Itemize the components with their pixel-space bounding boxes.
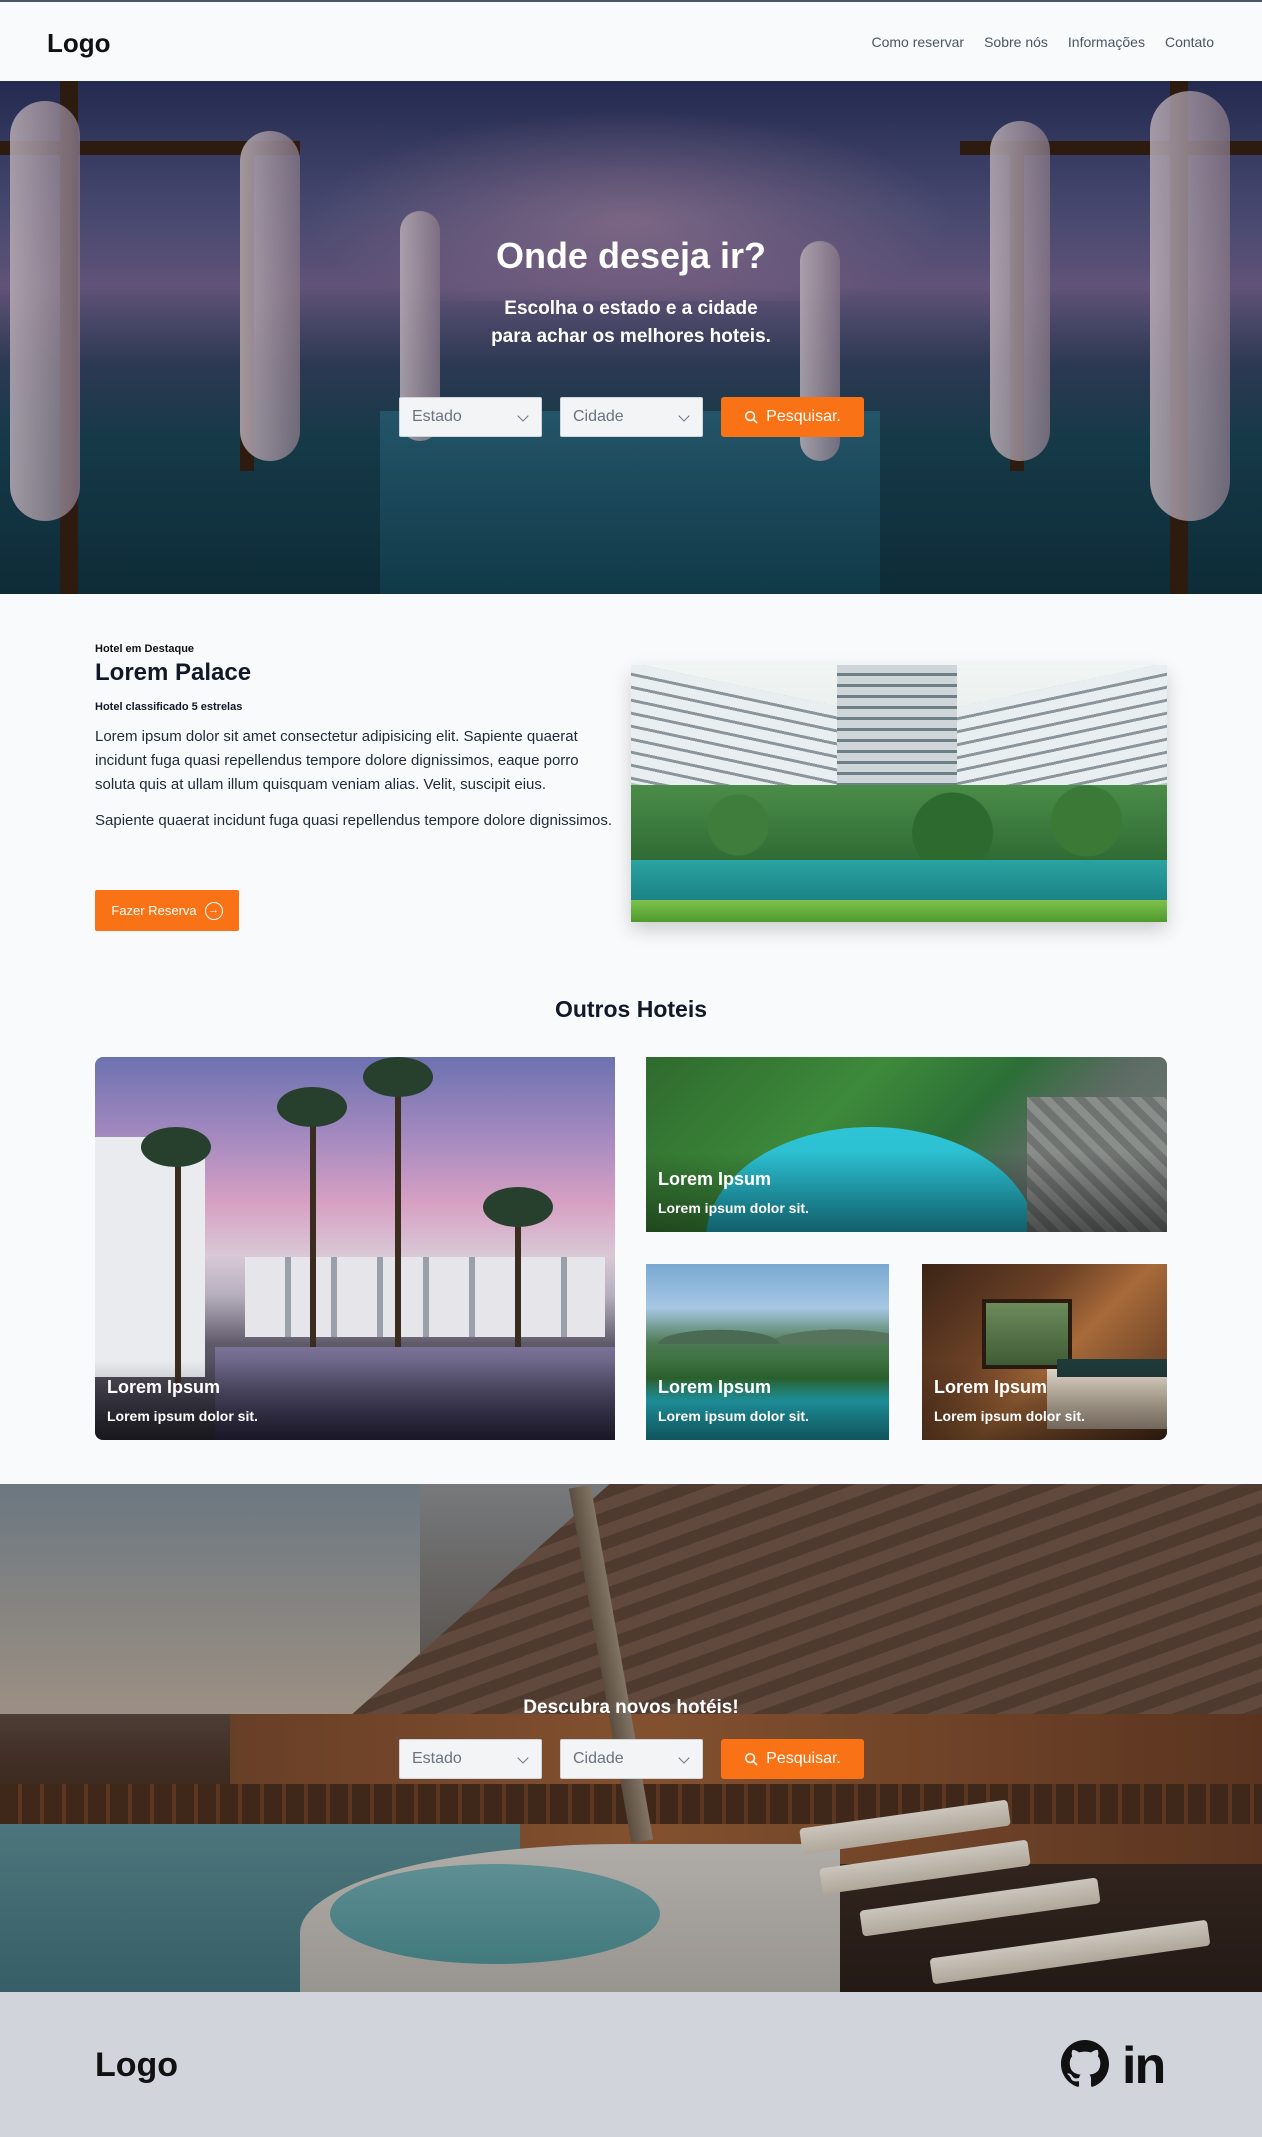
state-select-value: Estado [412, 408, 462, 425]
city-select[interactable]: Cidade [560, 1739, 703, 1779]
hotel-card[interactable]: Lorem Ipsum Lorem ipsum dolor sit. [922, 1264, 1167, 1440]
linkedin-icon[interactable]: in [1122, 2036, 1166, 2096]
hero-subtitle: Escolha o estado e a cidade para achar o… [0, 295, 1262, 351]
card-mountains [646, 1304, 889, 1344]
city-select[interactable]: Cidade [560, 397, 703, 437]
card-palm-fronds [277, 1087, 347, 1127]
search-icon [745, 410, 758, 424]
hero-section: Onde deseja ir? Escolha o estado e a cid… [0, 81, 1262, 594]
chevron-down-icon [678, 410, 690, 422]
card-building [95, 1137, 205, 1377]
featured-hotel: Hotel em Destaque Lorem Palace Hotel cla… [95, 643, 615, 833]
hero-subtitle-line: para achar os melhores hoteis. [491, 326, 771, 347]
featured-eyebrow: Hotel em Destaque [95, 643, 195, 655]
reserve-button[interactable]: Fazer Reserva → [95, 890, 239, 931]
search-button-label: Pesquisar. [766, 408, 841, 425]
featured-paragraph: Sapiente quaerat incidunt fuga quasi rep… [95, 812, 612, 829]
card-overlay [95, 1360, 615, 1440]
featured-title: Lorem Palace [95, 659, 252, 686]
state-select[interactable]: Estado [399, 397, 542, 437]
discover-title: Descubra novos hotéis! [523, 1697, 739, 1718]
card-palm-fronds [141, 1127, 211, 1167]
search-button[interactable]: Pesquisar. [721, 397, 864, 437]
search-button[interactable]: Pesquisar. [721, 1739, 864, 1779]
state-select-value: Estado [412, 1750, 462, 1767]
discover-section: Descubra novos hotéis! Estado Cidade Pes… [0, 1484, 1262, 1992]
card-palm-trunk [310, 1107, 316, 1387]
card-palm-trunk [395, 1077, 401, 1387]
hotel-card[interactable]: Lorem Ipsum Lorem ipsum dolor sit. [646, 1057, 1167, 1232]
card-title: Lorem Ipsum [658, 1377, 772, 1397]
featured-hotel-image [631, 665, 1167, 922]
reserve-button-label: Fazer Reserva [111, 903, 197, 918]
hotel-pool [631, 860, 1167, 905]
card-palm-fronds [483, 1187, 553, 1227]
footer: Logo in [0, 1992, 1262, 2137]
card-building [245, 1257, 605, 1337]
card-overlay [646, 1360, 889, 1440]
search-icon [745, 1752, 758, 1766]
site-logo[interactable]: Logo [47, 28, 111, 59]
card-title: Lorem Ipsum [107, 1377, 221, 1397]
card-palm-fronds [363, 1057, 433, 1097]
search-button-label: Pesquisar. [766, 1750, 841, 1767]
card-title: Lorem Ipsum [658, 1169, 772, 1189]
card-subtitle: Lorem ipsum dolor sit. [107, 1408, 258, 1424]
discover-overlay [0, 1484, 1262, 1992]
nav-link-informacoes[interactable]: Informações [1068, 34, 1145, 50]
hero-search-bar: Estado Cidade Pesquisar. [399, 397, 864, 437]
arrow-right-circle-icon: → [204, 901, 223, 920]
featured-paragraph: Lorem ipsum dolor sit amet consectetur a… [95, 728, 579, 793]
footer-logo[interactable]: Logo [95, 2046, 178, 2085]
hotel-gardens [631, 785, 1167, 865]
card-subtitle: Lorem ipsum dolor sit. [658, 1200, 809, 1216]
card-subtitle: Lorem ipsum dolor sit. [658, 1408, 809, 1424]
card-overlay [922, 1360, 1167, 1440]
chevron-down-icon [517, 410, 529, 422]
hotel-card[interactable]: Lorem Ipsum Lorem ipsum dolor sit. [646, 1264, 889, 1440]
hero-title: Onde deseja ir? [495, 235, 767, 276]
chevron-down-icon [678, 1752, 690, 1764]
discover-search-bar: Estado Cidade Pesquisar. [399, 1739, 864, 1779]
card-title: Lorem Ipsum [934, 1377, 1048, 1397]
featured-rating: Hotel classificado 5 estrelas [95, 701, 243, 713]
state-select[interactable]: Estado [399, 1739, 542, 1779]
nav-links: Como reservar Sobre nós Informações Cont… [871, 34, 1214, 50]
city-select-value: Cidade [573, 1750, 624, 1767]
top-navbar: Logo Como reservar Sobre nós Informações… [0, 0, 1262, 81]
nav-link-contato[interactable]: Contato [1165, 34, 1214, 50]
nav-link-como-reservar[interactable]: Como reservar [871, 34, 964, 50]
city-select-value: Cidade [573, 408, 624, 425]
github-icon[interactable] [1061, 2040, 1109, 2088]
other-hotels-title: Outros Hoteis [554, 996, 708, 1022]
chevron-down-icon [517, 1752, 529, 1764]
card-palm-trunk [175, 1147, 181, 1387]
card-overlay [646, 1152, 1167, 1232]
hotel-lawn [631, 900, 1167, 922]
hero-subtitle-line: Escolha o estado e a cidade [504, 298, 758, 319]
hotel-card[interactable]: Lorem Ipsum Lorem ipsum dolor sit. [95, 1057, 615, 1440]
card-subtitle: Lorem ipsum dolor sit. [934, 1408, 1085, 1424]
nav-link-sobre-nos[interactable]: Sobre nós [984, 34, 1048, 50]
